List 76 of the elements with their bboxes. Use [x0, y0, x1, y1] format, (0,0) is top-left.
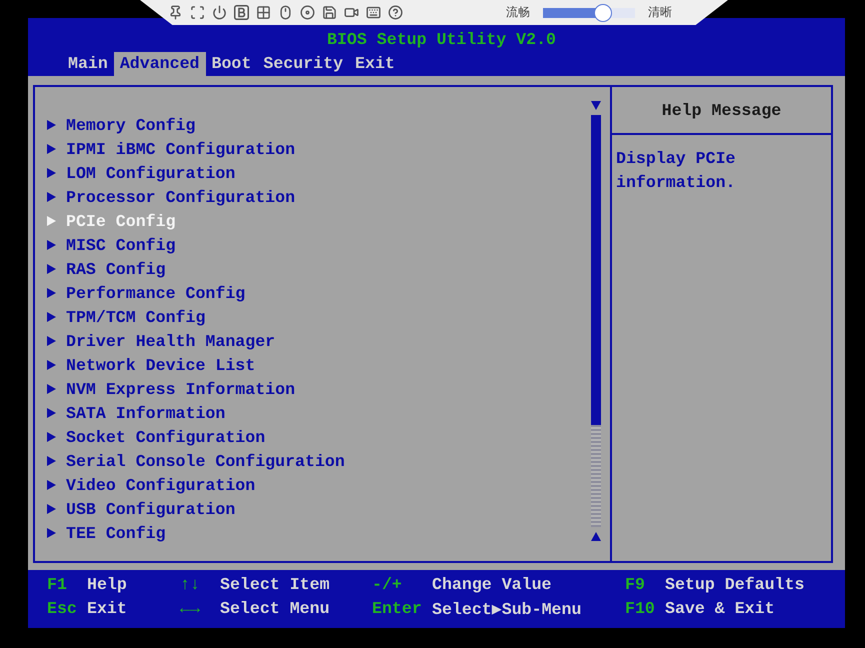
triangle-icon	[47, 120, 56, 130]
legend-action: Select Menu	[220, 599, 331, 620]
floppy-icon[interactable]	[322, 5, 337, 20]
smooth-label: 流畅	[506, 4, 530, 21]
help-title: Help Message	[612, 87, 831, 135]
submenu-item[interactable]: Serial Console Configuration	[47, 449, 582, 473]
legend-key: ↑↓	[180, 575, 220, 599]
triangle-icon	[47, 240, 56, 250]
scroll-down-icon	[591, 101, 601, 110]
video-camera-icon[interactable]	[344, 5, 359, 20]
keyboard-icon[interactable]	[366, 5, 381, 20]
power-icon[interactable]	[212, 5, 227, 20]
triangle-icon	[47, 168, 56, 178]
triangle-icon	[47, 288, 56, 298]
help-text: Display PCIe information.	[615, 148, 736, 194]
legend-key: F9	[625, 575, 665, 599]
mouse-icon[interactable]	[278, 5, 293, 20]
scroll-up-icon	[591, 532, 601, 541]
submenu-item[interactable]: MISC Config	[47, 233, 582, 257]
submenu-item[interactable]: Processor Configuration	[47, 185, 582, 209]
legend-key: -/+	[372, 575, 432, 599]
triangle-icon	[47, 384, 56, 394]
legend-action: Change Value	[432, 575, 552, 596]
triangle-icon	[47, 312, 56, 322]
legend-key: Esc	[47, 599, 87, 623]
submenu-item[interactable]: SATA Information	[47, 401, 582, 425]
legend-action: Setup Defaults	[665, 575, 806, 596]
window-title: BIOS Setup Utility V2.0	[326, 29, 558, 51]
legend-key: F10	[625, 599, 665, 623]
triangle-icon	[47, 216, 56, 226]
legend-key: ←→	[180, 599, 220, 623]
submenu-item[interactable]: Network Device List	[47, 353, 582, 377]
scrollbar-thumb[interactable]	[591, 115, 601, 425]
clear-label: 清晰	[648, 4, 672, 21]
triangle-icon	[47, 408, 56, 418]
legend-action: Exit	[87, 599, 128, 620]
triangle-icon	[47, 528, 56, 538]
submenu-item[interactable]: Memory Config	[47, 113, 582, 137]
slider-thumb[interactable]	[594, 4, 612, 22]
bold-icon[interactable]	[234, 5, 249, 20]
submenu-item[interactable]: TPM/TCM Config	[47, 305, 582, 329]
submenu-item[interactable]: Video Configuration	[47, 473, 582, 497]
triangle-icon	[47, 192, 56, 202]
help-icon[interactable]	[388, 5, 403, 20]
disc-icon[interactable]	[300, 5, 315, 20]
legend-key: F1	[47, 575, 87, 599]
triangle-icon	[47, 360, 56, 370]
legend-key: Enter	[372, 599, 432, 623]
submenu-item[interactable]: LOM Configuration	[47, 161, 582, 185]
triangle-icon	[47, 432, 56, 442]
submenu-item[interactable]: TEE Config	[47, 521, 582, 545]
legend-action: Help	[87, 575, 128, 596]
menu-tab[interactable]: Main	[62, 52, 114, 76]
menu-tab[interactable]: Exit	[349, 52, 401, 76]
menu-tab[interactable]: Security	[257, 52, 350, 76]
scrollbar-track[interactable]	[591, 115, 601, 527]
submenu-item[interactable]: USB Configuration	[47, 497, 582, 521]
submenu-item[interactable]: Socket Configuration	[47, 425, 582, 449]
legend-action: Select▶Sub-Menu	[432, 599, 582, 621]
triangle-icon	[47, 336, 56, 346]
submenu-item[interactable]: NVM Express Information	[47, 377, 582, 401]
fullscreen-icon[interactable]	[190, 5, 205, 20]
pin-icon[interactable]	[168, 5, 183, 20]
submenu-item[interactable]: IPMI iBMC Configuration	[47, 137, 582, 161]
triangle-icon	[47, 264, 56, 274]
legend-action: Select Item	[220, 575, 331, 596]
triangle-icon	[47, 456, 56, 466]
menu-tab[interactable]: Advanced	[114, 52, 206, 76]
triangle-icon	[47, 144, 56, 154]
menu-tab[interactable]: Boot	[206, 52, 258, 76]
submenu-item[interactable]: RAS Config	[47, 257, 582, 281]
triangle-icon	[47, 480, 56, 490]
submenu-item[interactable]: Driver Health Manager	[47, 329, 582, 353]
submenu-item[interactable]: Performance Config	[47, 281, 582, 305]
triangle-icon	[47, 504, 56, 514]
legend-action: Save & Exit	[665, 599, 776, 620]
